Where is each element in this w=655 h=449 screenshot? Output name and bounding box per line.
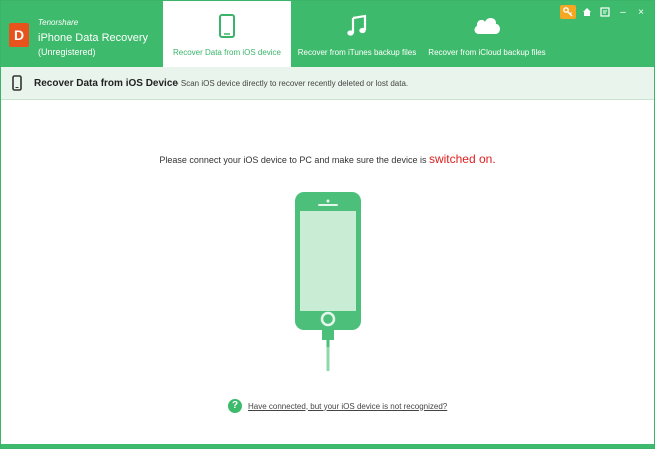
tab-recover-icloud[interactable]: Recover from iCloud backup files [423, 1, 551, 67]
home-icon[interactable] [580, 5, 594, 19]
tab-recover-itunes[interactable]: Recover from iTunes backup files [291, 1, 423, 67]
tab-label: Recover from iTunes backup files [297, 48, 417, 57]
page-subheader: Recover Data from iOS Device - Scan iOS … [1, 67, 654, 100]
instruction-highlight: switched on. [428, 152, 496, 166]
tab-label: Recover from iCloud backup files [428, 48, 546, 57]
close-button[interactable]: × [634, 5, 648, 19]
brand-company: Tenorshare [38, 18, 79, 27]
header-bar: D Tenorshare iPhone Data Recovery (Unreg… [1, 1, 654, 67]
brand-area: D Tenorshare iPhone Data Recovery (Unreg… [1, 1, 163, 67]
key-icon[interactable] [560, 5, 576, 19]
brand-product: iPhone Data Recovery [38, 32, 149, 44]
cloud-icon [472, 14, 502, 41]
feedback-icon[interactable] [598, 5, 612, 19]
device-not-recognized-link[interactable]: Have connected, but your iOS device is n… [248, 402, 447, 411]
minimize-button[interactable]: – [616, 5, 630, 19]
window-controls: – × [560, 5, 648, 19]
tab-recover-ios[interactable]: Recover Data from iOS device [163, 1, 291, 67]
page-description: - Scan iOS device directly to recover re… [176, 79, 409, 88]
app-window: D Tenorshare iPhone Data Recovery (Unreg… [0, 0, 655, 449]
music-note-icon [345, 14, 369, 43]
phone-icon [219, 14, 235, 43]
app-logo: D [9, 23, 29, 47]
registration-status: (Unregistered) [38, 47, 96, 57]
bottom-bar [1, 444, 654, 448]
help-area: ? Have connected, but your iOS device is… [228, 399, 447, 413]
tab-label: Recover Data from iOS device [172, 48, 282, 57]
help-icon: ? [228, 399, 242, 413]
page-title: Recover Data from iOS Device [34, 78, 178, 89]
instruction-text: Please connect your iOS device to PC and… [159, 155, 427, 165]
phone-icon [12, 75, 22, 96]
connect-instruction: Please connect your iOS device to PC and… [1, 152, 654, 166]
phone-illustration [294, 191, 362, 376]
